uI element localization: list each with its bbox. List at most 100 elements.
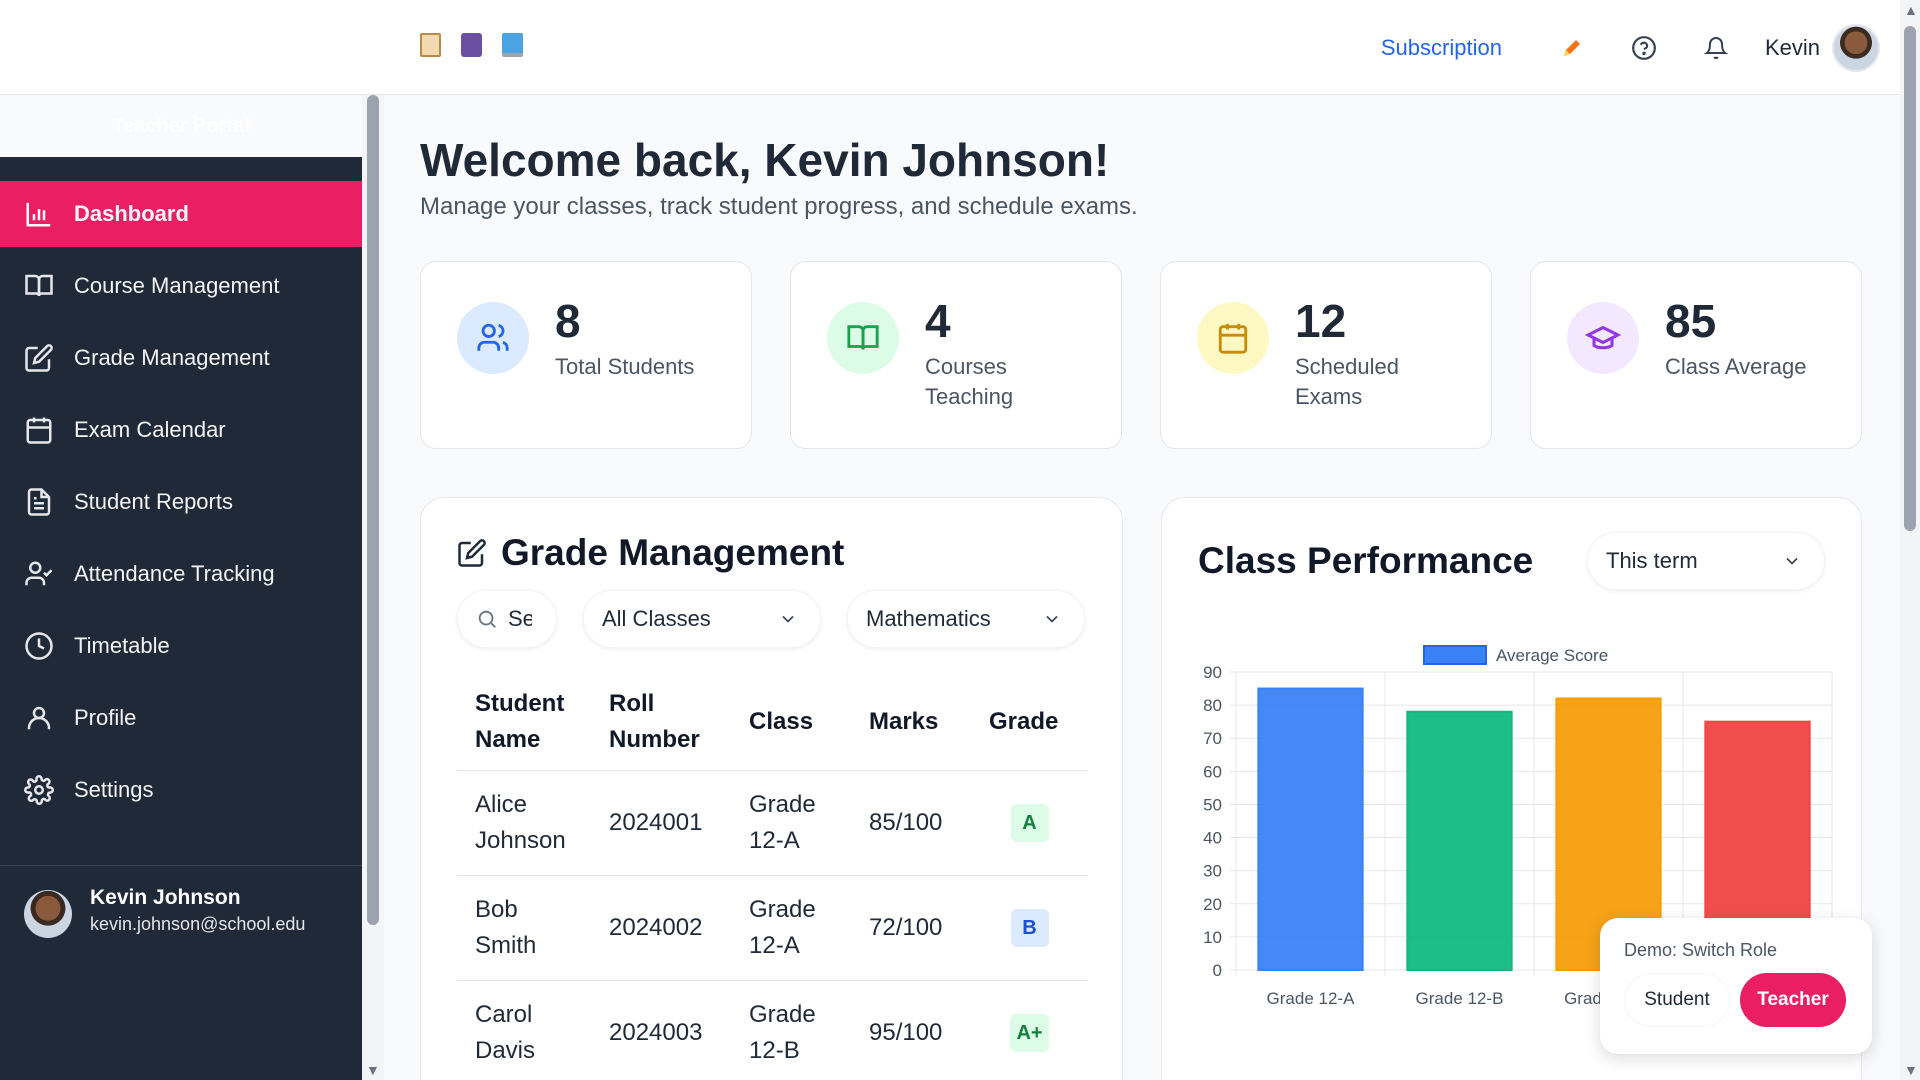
- chart-bar: [1257, 687, 1364, 972]
- y-tick-label: 90: [1203, 663, 1222, 682]
- table-row[interactable]: Bob Smith 2024002 Grade 12-A 72/100 B: [457, 875, 1088, 981]
- edit-icon: [458, 539, 486, 567]
- stat-label: Total Students: [555, 354, 695, 379]
- stat-label: Class Average: [1665, 354, 1807, 379]
- role-buttons: Student Teacher: [1624, 973, 1848, 1027]
- role-switcher: Demo: Switch Role Student Teacher: [1600, 918, 1872, 1054]
- graduation-cap-icon: [1567, 302, 1639, 374]
- portal-title: Teacher Portal: [112, 114, 250, 137]
- calculator-icon[interactable]: [461, 33, 482, 57]
- y-tick-label: 50: [1203, 795, 1222, 814]
- grade-management-panel: Grade Management All Classes Mathematics: [420, 497, 1123, 1080]
- page-scrollbar[interactable]: ▲ ▼: [1900, 0, 1920, 1080]
- sidebar-item-label: Profile: [74, 705, 137, 730]
- legend-label: Average Score: [1496, 646, 1608, 665]
- grade-badge: A: [1010, 804, 1049, 842]
- table-row[interactable]: Carol Davis 2024003 Grade 12-B 95/100 A+: [457, 980, 1088, 1080]
- performance-header: Class Performance This term: [1198, 532, 1825, 590]
- teacher-role-button[interactable]: Teacher: [1740, 973, 1846, 1027]
- sidebar-item-attendance-tracking[interactable]: Attendance Tracking: [0, 541, 362, 607]
- grades-table: Student Name Roll Number Class Marks Gra…: [457, 674, 1088, 1080]
- top-header: Subscription Kevin: [0, 0, 1900, 95]
- pencil-icon[interactable]: [1557, 33, 1587, 63]
- sidebar-scrollbar[interactable]: ▼: [362, 95, 384, 1080]
- scroll-down-arrow-icon[interactable]: ▼: [366, 1062, 380, 1078]
- x-tick-label: Grade 12-A: [1267, 989, 1356, 1008]
- chart-bar: [1406, 710, 1513, 971]
- book-open-icon: [827, 302, 899, 374]
- y-tick-label: 80: [1203, 696, 1222, 715]
- role-switcher-label: Demo: Switch Role: [1624, 940, 1778, 960]
- marks-cell: 85/100: [851, 770, 971, 876]
- gear-icon: [24, 775, 54, 805]
- help-icon[interactable]: [1629, 33, 1659, 63]
- x-tick-label: Grade 12-B: [1416, 989, 1504, 1008]
- scroll-up-arrow-icon[interactable]: ▲: [1904, 2, 1918, 18]
- sidebar-user-email: kevin.johnson@school.edu: [90, 914, 306, 934]
- roll-number: 2024001: [591, 770, 731, 876]
- grade-management-heading: Grade Management: [457, 532, 1086, 574]
- column-header[interactable]: Student Name: [457, 674, 591, 771]
- y-tick-label: 10: [1203, 928, 1222, 947]
- term-select[interactable]: This term: [1587, 532, 1825, 590]
- column-header[interactable]: Class: [731, 674, 851, 771]
- search-box[interactable]: [457, 590, 557, 648]
- chevron-down-icon: [782, 615, 794, 623]
- page-subtitle: Manage your classes, track student progr…: [420, 193, 1138, 220]
- users-icon: [457, 302, 529, 374]
- bell-icon[interactable]: [1701, 33, 1731, 63]
- panel-title: Grade Management: [501, 532, 845, 573]
- subscription-link[interactable]: Subscription: [1381, 35, 1502, 61]
- column-header[interactable]: Grade: [971, 674, 1088, 771]
- sidebar-nav: Dashboard Course Management Grade Manage…: [0, 181, 362, 823]
- column-header[interactable]: Roll Number: [591, 674, 731, 771]
- marks-cell: 95/100: [851, 980, 971, 1080]
- y-tick-label: 40: [1203, 829, 1222, 848]
- sidebar-item-label: Exam Calendar: [74, 417, 226, 442]
- class-filter-select[interactable]: All Classes: [583, 590, 821, 648]
- sidebar-item-settings[interactable]: Settings: [0, 757, 362, 823]
- stat-card-scheduled-exams: 12 Scheduled Exams: [1160, 261, 1492, 449]
- sidebar-item-timetable[interactable]: Timetable: [0, 613, 362, 679]
- sidebar-item-profile[interactable]: Profile: [0, 685, 362, 751]
- stat-value: 4: [925, 295, 951, 347]
- user-icon: [27, 706, 51, 730]
- column-header[interactable]: Marks: [851, 674, 971, 771]
- grade-cell: A: [971, 770, 1088, 876]
- marks-cell: 72/100: [851, 875, 971, 981]
- sidebar-item-course-management[interactable]: Course Management: [0, 253, 362, 319]
- computer-icon[interactable]: [502, 33, 523, 57]
- sidebar-item-dashboard[interactable]: Dashboard: [0, 181, 362, 247]
- edit-icon: [25, 344, 53, 372]
- scroll-down-arrow-icon[interactable]: ▼: [1904, 1062, 1918, 1078]
- sidebar-item-label: Settings: [74, 777, 154, 802]
- header-user-name[interactable]: Kevin: [1765, 35, 1820, 61]
- page-title: Welcome back, Kevin Johnson!: [420, 134, 1110, 186]
- panel-title: Class Performance: [1198, 540, 1534, 581]
- table-row[interactable]: Alice Johnson 2024001 Grade 12-A 85/100 …: [457, 770, 1088, 876]
- sidebar-scroll-thumb[interactable]: [367, 95, 379, 925]
- stats-row: 8 Total Students 4 Courses Teaching 12 S…: [420, 261, 1862, 449]
- sidebar-item-label: Course Management: [74, 273, 280, 298]
- term-select-value: This term: [1606, 548, 1698, 573]
- student-name: Carol Davis: [457, 980, 591, 1080]
- subject-filter-select[interactable]: Mathematics: [847, 590, 1085, 648]
- sidebar-user-card[interactable]: Kevin Johnson kevin.johnson@school.edu: [0, 865, 362, 1080]
- y-tick-label: 0: [1213, 961, 1222, 980]
- sidebar-item-grade-management[interactable]: Grade Management: [0, 325, 362, 391]
- sidebar-item-label: Attendance Tracking: [74, 561, 275, 586]
- page-scroll-thumb[interactable]: [1904, 26, 1916, 531]
- chevron-down-icon: [1046, 615, 1058, 623]
- roll-number: 2024002: [591, 875, 731, 981]
- roll-number: 2024003: [591, 980, 731, 1080]
- header-avatar[interactable]: [1832, 24, 1880, 72]
- sidebar-item-student-reports[interactable]: Student Reports: [0, 469, 362, 535]
- clipboard-icon[interactable]: [420, 33, 441, 57]
- search-input[interactable]: [508, 606, 532, 632]
- student-role-button[interactable]: Student: [1624, 973, 1730, 1027]
- user-check-icon: [25, 561, 53, 586]
- sidebar-user-name: Kevin Johnson: [90, 886, 241, 909]
- book-icon: [25, 274, 53, 297]
- bar-chart-icon: [26, 202, 51, 227]
- sidebar-item-exam-calendar[interactable]: Exam Calendar: [0, 397, 362, 463]
